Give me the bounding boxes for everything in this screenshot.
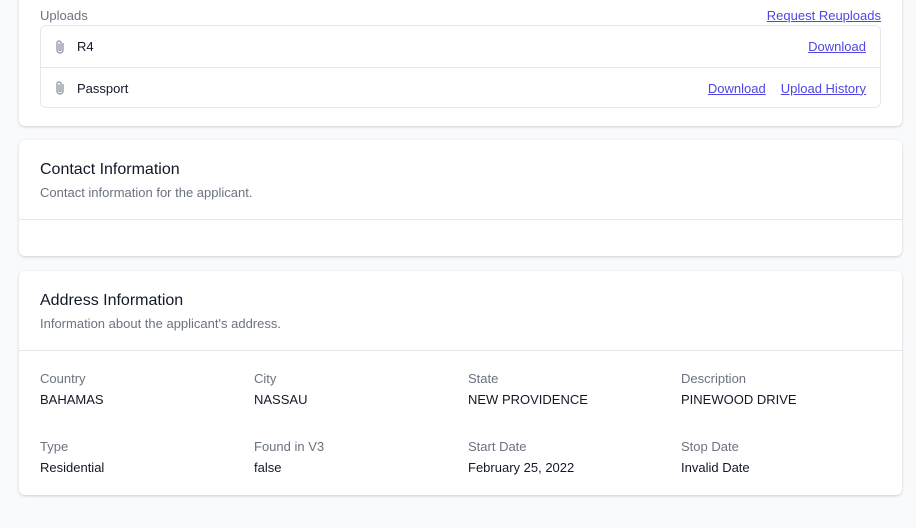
contact-card: Contact Information Contact information … [19,140,902,256]
paperclip-icon [53,39,67,55]
field-city: City NASSAU [254,371,307,407]
upload-row-r4: R4 Download [41,26,880,67]
address-subtitle: Information about the applicant's addres… [40,316,281,331]
file-name: R4 [77,39,94,54]
field-label: Description [681,371,747,386]
field-label: City [254,371,277,386]
field-label: Type [40,439,69,454]
field-label: Stop Date [681,439,739,454]
uploads-card: Uploads Request Reuploads R4 Download Pa… [19,0,902,126]
field-value: NASSAU [254,392,308,407]
field-state: State NEW PROVIDENCE [468,371,588,407]
field-start-date: Start Date February 25, 2022 [468,439,574,475]
uploads-label: Uploads [40,7,88,23]
field-type: Type Residential [40,439,104,475]
divider [19,350,902,351]
field-label: Start Date [468,439,527,454]
field-value: PINEWOOD DRIVE [681,392,797,407]
field-value: NEW PROVIDENCE [468,392,588,407]
field-country: Country BAHAMAS [40,371,104,407]
field-label: Found in V3 [254,439,325,454]
paperclip-icon [53,80,67,96]
field-value: Residential [40,460,105,475]
download-link[interactable]: Download [708,81,766,96]
uploads-header: Uploads Request Reuploads [40,6,881,24]
field-label: Country [40,371,86,386]
request-reuploads-link[interactable]: Request Reuploads [767,8,881,23]
upload-list: R4 Download Passport Download Upload His… [40,25,881,108]
field-value: false [254,460,282,475]
contact-subtitle: Contact information for the applicant. [40,185,253,200]
address-title: Address Information [40,292,184,309]
upload-history-link[interactable]: Upload History [781,81,866,96]
upload-row-passport: Passport Download Upload History [41,67,880,108]
address-card: Address Information Information about th… [19,271,902,495]
download-link[interactable]: Download [808,39,866,54]
divider [19,219,902,220]
field-description: Description PINEWOOD DRIVE [681,371,797,407]
field-value: BAHAMAS [40,392,104,407]
file-name: Passport [77,80,129,96]
field-value: February 25, 2022 [468,460,575,475]
contact-title: Contact Information [40,161,180,178]
field-stop-date: Stop Date Invalid Date [681,439,750,475]
field-found-in-v3: Found in V3 false [254,439,324,475]
field-label: State [468,371,499,386]
field-value: Invalid Date [681,460,750,475]
